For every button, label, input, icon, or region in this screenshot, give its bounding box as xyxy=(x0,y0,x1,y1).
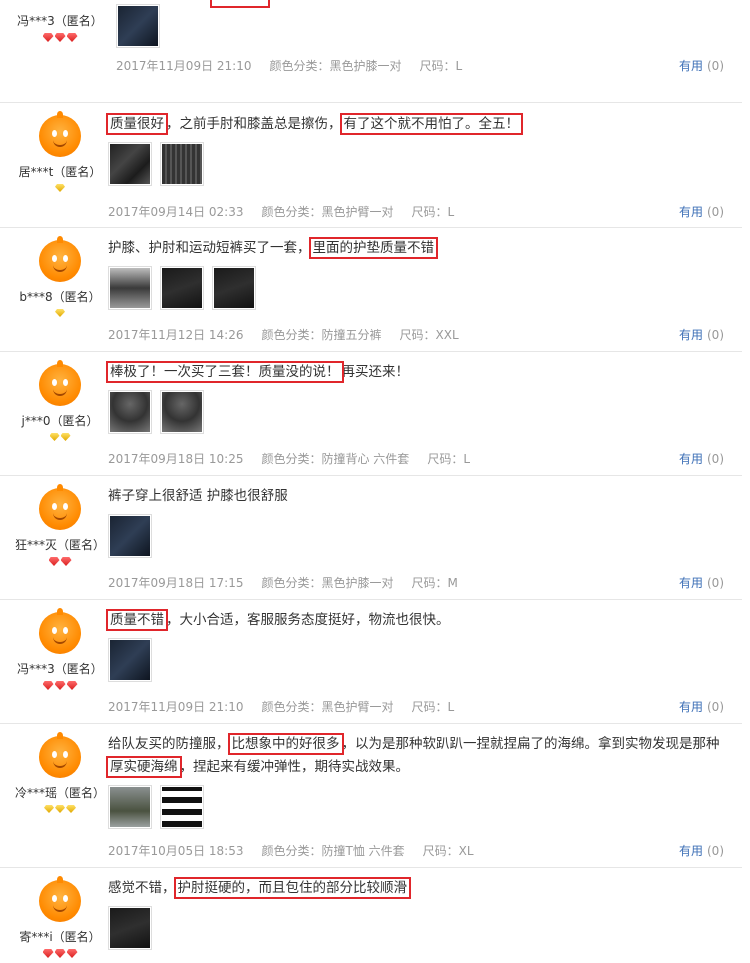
buyer-rank-badge xyxy=(10,681,110,691)
avatar xyxy=(39,876,81,922)
review-meta: 2017年09月18日 10:25 颜色分类：防撞背心 六件套 尺码：L xyxy=(108,452,470,466)
avatar xyxy=(39,484,81,530)
buyer-rank-badge xyxy=(10,309,110,319)
username: b***8（匿名） xyxy=(19,290,101,304)
review-text: 裤子穿上很舒适 护膝也很舒服 xyxy=(108,488,288,504)
review-photo[interactable] xyxy=(108,638,152,682)
review-photo[interactable] xyxy=(108,266,152,310)
review-meta: 2017年11月12日 14:26 颜色分类：防撞五分裤 尺码：XXL xyxy=(108,328,459,342)
review-item: b***8（匿名） 护膝、护肘和运动短裤买了一套， 里面的护垫质量不错 2017年… xyxy=(0,228,742,352)
username: 狂***灭（匿名） xyxy=(14,538,105,552)
review-meta: 2017年11月09日 21:10 颜色分类：黑色护膝一对 尺码：L xyxy=(116,59,463,73)
useful-button[interactable]: 有用 (0) xyxy=(679,574,724,591)
username: 寄***i（匿名） xyxy=(19,930,101,944)
review-photo[interactable] xyxy=(160,266,204,310)
buyer-rank-badge xyxy=(10,949,110,959)
review-text: 质量很好 ，之前手肘和膝盖总是擦伤， 有了这个就不用怕了。全五！ xyxy=(106,113,523,135)
review-text: 棒极了！一次买了三套！质量没的说！ 再买还来！ xyxy=(106,361,409,383)
review-text: 感觉不错， 护肘挺硬的，而且包住的部分比较顺滑 xyxy=(108,877,411,899)
buyer-rank-badge xyxy=(10,805,110,815)
review-text-line2: 厚实硬海绵 ，捏起来有缓冲弹性，期待实战效果。 xyxy=(106,756,409,778)
review-photo[interactable] xyxy=(116,4,160,48)
username: 居***t（匿名） xyxy=(18,165,102,179)
useful-button[interactable]: 有用 (0) xyxy=(679,842,724,859)
review-photo[interactable] xyxy=(160,142,204,186)
buyer-rank-badge xyxy=(10,433,110,443)
username: 冯***3（匿名） xyxy=(17,14,103,28)
review-text: 护膝、护肘和运动短裤买了一套， 里面的护垫质量不错 xyxy=(108,237,438,259)
useful-button[interactable]: 有用 (0) xyxy=(679,450,724,467)
avatar xyxy=(39,360,81,406)
review-photo[interactable] xyxy=(108,514,152,558)
username: j***0（匿名） xyxy=(21,414,99,428)
review-photo[interactable] xyxy=(212,266,256,310)
useful-button[interactable]: 有用 (0) xyxy=(679,57,724,74)
username: 冯***3（匿名） xyxy=(17,662,103,676)
review-text: 质量不错 ，大小合适，客服服务态度挺好，物流也很快。 xyxy=(106,609,450,631)
review-item: 狂***灭（匿名） 裤子穿上很舒适 护膝也很舒服 2017年09月18日 17:… xyxy=(0,476,742,600)
review-photo[interactable] xyxy=(160,785,204,829)
review-photo[interactable] xyxy=(108,906,152,950)
useful-button[interactable]: 有用 (0) xyxy=(679,326,724,343)
review-photo[interactable] xyxy=(160,390,204,434)
review-item: 冯***3（匿名） 2017年11月09日 21:10 颜色分类：黑色护膝一对 尺码… xyxy=(0,0,742,103)
review-item: 居***t（匿名） 质量很好 ，之前手肘和膝盖总是擦伤， 有了这个就不用怕了。全五！… xyxy=(0,103,742,228)
avatar xyxy=(39,236,81,282)
review-item: 冯***3（匿名） 质量不错 ，大小合适，客服服务态度挺好，物流也很快。 2017… xyxy=(0,600,742,724)
useful-button[interactable]: 有用 (0) xyxy=(679,698,724,715)
avatar xyxy=(39,111,81,157)
username: 冷***瑶（匿名） xyxy=(14,786,105,800)
review-meta: 2017年09月14日 02:33 颜色分类：黑色护臂一对 尺码：L xyxy=(108,205,455,219)
review-photo[interactable] xyxy=(108,785,152,829)
useful-button[interactable]: 有用 (0) xyxy=(679,203,724,220)
review-item: 寄***i（匿名） 感觉不错， 护肘挺硬的，而且包住的部分比较顺滑 xyxy=(0,868,742,963)
buyer-rank-badge xyxy=(10,184,110,194)
review-meta: 2017年11月09日 21:10 颜色分类：黑色护臂一对 尺码：L xyxy=(108,700,455,714)
review-photo[interactable] xyxy=(108,142,152,186)
review-item: 冷***瑶（匿名） 给队友买的防撞服， 比想象中的好很多 ，以为是那种软趴趴一捏就捏… xyxy=(0,724,742,868)
review-meta: 2017年10月05日 18:53 颜色分类：防撞T恤 六件套 尺码：XL xyxy=(108,844,474,858)
review-text: 给队友买的防撞服， 比想象中的好很多 ，以为是那种软趴趴一捏就捏扁了的海绵。拿到实物… xyxy=(108,733,720,755)
buyer-rank-badge xyxy=(10,33,110,43)
review-photo[interactable] xyxy=(108,390,152,434)
review-item: j***0（匿名） 棒极了！一次买了三套！质量没的说！ 再买还来！ 2017年09… xyxy=(0,352,742,476)
buyer-rank-badge xyxy=(10,557,110,567)
review-meta: 2017年09月18日 17:15 颜色分类：黑色护膝一对 尺码：M xyxy=(108,576,458,590)
avatar xyxy=(39,608,81,654)
avatar xyxy=(39,732,81,778)
